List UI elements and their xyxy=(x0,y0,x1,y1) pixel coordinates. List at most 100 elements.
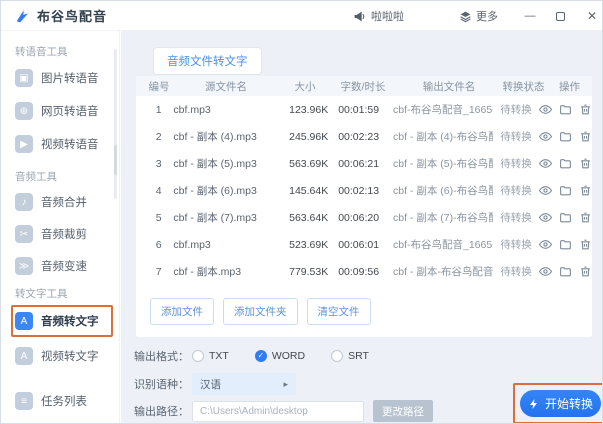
cell-duration: 00:01:59 xyxy=(338,103,380,116)
delete-trash-icon[interactable] xyxy=(579,238,592,251)
cell-no: 6 xyxy=(155,238,162,251)
cell-output: cbf-布谷鸟配音_166563... xyxy=(393,239,493,251)
cell-status: 待转换 xyxy=(500,158,532,170)
cell-output: cbf-布谷鸟配音_166563... xyxy=(393,104,493,116)
maximize-icon xyxy=(555,11,565,21)
sidebar-item-label: 任务列表 xyxy=(41,396,87,408)
radio-circle-txt[interactable] xyxy=(192,350,204,362)
audio-speed-icon: ≫ xyxy=(15,257,33,275)
cell-source: cbf - 副本 (6).mp3 xyxy=(173,185,257,197)
sidebar-scrollbar[interactable] xyxy=(114,49,117,199)
cell-duration: 00:02:13 xyxy=(338,184,380,197)
delete-trash-icon[interactable] xyxy=(579,211,592,224)
table-header-row: 编号 源文件名 大小 字数/时长 输出文件名 转换状态 操作 xyxy=(136,76,592,96)
clear-files-button[interactable]: 清空文件 xyxy=(306,298,371,325)
delete-trash-icon[interactable] xyxy=(579,130,592,143)
column-header-output: 输出文件名 xyxy=(422,80,476,93)
preview-eye-icon[interactable] xyxy=(539,157,553,170)
radio-circle-word-selected[interactable]: ✓ xyxy=(254,350,267,362)
maximize-button[interactable] xyxy=(547,1,573,31)
web-to-speech-icon: ⊕ xyxy=(15,102,33,120)
more-menu-button[interactable]: 更多 xyxy=(459,1,498,31)
task-list-icon: ≡ xyxy=(15,392,33,410)
output-path-input[interactable] xyxy=(192,400,364,422)
open-folder-icon[interactable] xyxy=(559,184,572,197)
sidebar-item-task-list[interactable]: ≡ 任务列表 xyxy=(11,388,115,414)
cell-source: cbf - 副本 (7).mp3 xyxy=(173,212,257,224)
language-dropdown[interactable]: 汉语 ▸ xyxy=(192,373,296,395)
delete-trash-icon[interactable] xyxy=(579,157,592,170)
open-folder-icon[interactable] xyxy=(559,130,572,143)
output-path-label: 输出路径： xyxy=(134,406,189,418)
sidebar-scrollbar-thumb[interactable] xyxy=(114,145,117,175)
delete-trash-icon[interactable] xyxy=(579,265,592,278)
preview-eye-icon[interactable] xyxy=(539,211,553,224)
cell-status: 待转换 xyxy=(500,185,532,197)
cell-size: 145.64K xyxy=(289,184,329,197)
sidebar-item-audio-trim[interactable]: ✂ 音频裁剪 xyxy=(11,221,115,247)
dropdown-arrow-icon: ▸ xyxy=(283,378,288,389)
output-format-label: 输出格式： xyxy=(134,351,189,363)
cell-no: 7 xyxy=(155,265,162,278)
preview-eye-icon[interactable] xyxy=(539,184,553,197)
column-header-source: 源文件名 xyxy=(205,80,247,93)
cell-no: 4 xyxy=(155,184,162,197)
start-convert-button[interactable]: 开始转换 xyxy=(520,390,601,417)
app-brand: 布谷鸟配音 xyxy=(1,6,107,25)
cell-source: cbf - 副本 (5).mp3 xyxy=(173,158,257,170)
cell-status: 待转换 xyxy=(500,239,532,251)
sidebar-item-audio-merge[interactable]: ♪ 音频合并 xyxy=(11,189,115,215)
radio-format-txt[interactable]: TXT xyxy=(192,350,229,362)
video-to-speech-icon: ▶ xyxy=(15,135,33,153)
cell-output: cbf - 副本 (7)-布谷鸟配... xyxy=(393,212,493,224)
radio-format-word[interactable]: ✓ WORD xyxy=(254,350,305,362)
sidebar-item-image-to-speech[interactable]: ▣ 图片转语音 xyxy=(11,65,115,91)
megaphone-icon xyxy=(354,11,365,21)
sidebar-item-audio-speed[interactable]: ≫ 音频变速 xyxy=(11,253,115,279)
sidebar-item-web-to-speech[interactable]: ⊕ 网页转语音 xyxy=(11,98,115,124)
convert-bolt-icon xyxy=(529,398,537,409)
sidebar-section-to-text-tools: 转文字工具 xyxy=(15,288,68,300)
delete-trash-icon[interactable] xyxy=(579,184,592,197)
open-folder-icon[interactable] xyxy=(559,103,572,116)
open-folder-icon[interactable] xyxy=(559,238,572,251)
minimize-button[interactable]: — xyxy=(517,1,543,31)
preview-eye-icon[interactable] xyxy=(539,103,553,116)
close-button[interactable]: ✕ xyxy=(579,1,602,31)
cell-output: cbf - 副本 (6)-布谷鸟配... xyxy=(393,185,493,197)
cell-duration: 00:06:20 xyxy=(338,211,380,224)
add-file-button[interactable]: 添加文件 xyxy=(150,298,214,325)
change-path-button[interactable]: 更改路径 xyxy=(373,400,433,422)
cell-source: cbf.mp3 xyxy=(173,238,211,251)
cell-output: cbf - 副本-布谷鸟配音_1... xyxy=(393,266,493,278)
audio-to-text-icon: A xyxy=(15,312,33,330)
sidebar-item-video-to-text[interactable]: A 视频转文字 xyxy=(11,343,115,369)
cell-size: 245.96K xyxy=(289,130,329,143)
titlebar: 布谷鸟配音 啦啦啦 更多 — ✕ xyxy=(1,1,602,31)
cell-size: 123.96K xyxy=(289,103,329,116)
sidebar-item-label: 视频转语音 xyxy=(41,139,99,151)
promo-button[interactable]: 啦啦啦 xyxy=(353,1,404,31)
radio-circle-srt[interactable] xyxy=(331,350,344,362)
open-folder-icon[interactable] xyxy=(559,211,572,224)
open-folder-icon[interactable] xyxy=(559,157,572,170)
preview-eye-icon[interactable] xyxy=(539,265,553,278)
open-folder-icon[interactable] xyxy=(559,265,572,278)
radio-format-srt[interactable]: SRT xyxy=(331,350,369,362)
sidebar-item-audio-to-text[interactable]: A 音频转文字 xyxy=(11,308,115,334)
delete-trash-icon[interactable] xyxy=(579,103,592,116)
file-buttons: 添加文件 添加文件夹 清空文件 xyxy=(150,298,371,325)
add-folder-button[interactable]: 添加文件夹 xyxy=(223,298,298,325)
sidebar-section-audio-tools: 音频工具 xyxy=(15,171,57,183)
cell-size: 779.53K xyxy=(289,265,329,278)
cell-size: 563.64K xyxy=(289,211,329,224)
tab-audio-file-to-text[interactable]: 音频文件转文字 xyxy=(153,47,262,75)
cell-no: 3 xyxy=(155,157,162,170)
output-format-row: 输出格式： TXT ✓ WORD SRT xyxy=(134,348,395,364)
sidebar-item-video-to-speech[interactable]: ▶ 视频转语音 xyxy=(11,131,115,157)
preview-eye-icon[interactable] xyxy=(539,130,553,143)
cell-output: cbf - 副本 (5)-布谷鸟配... xyxy=(393,158,493,170)
close-icon: ✕ xyxy=(586,9,598,23)
preview-eye-icon[interactable] xyxy=(539,238,553,251)
language-label: 识别语种： xyxy=(134,379,189,391)
